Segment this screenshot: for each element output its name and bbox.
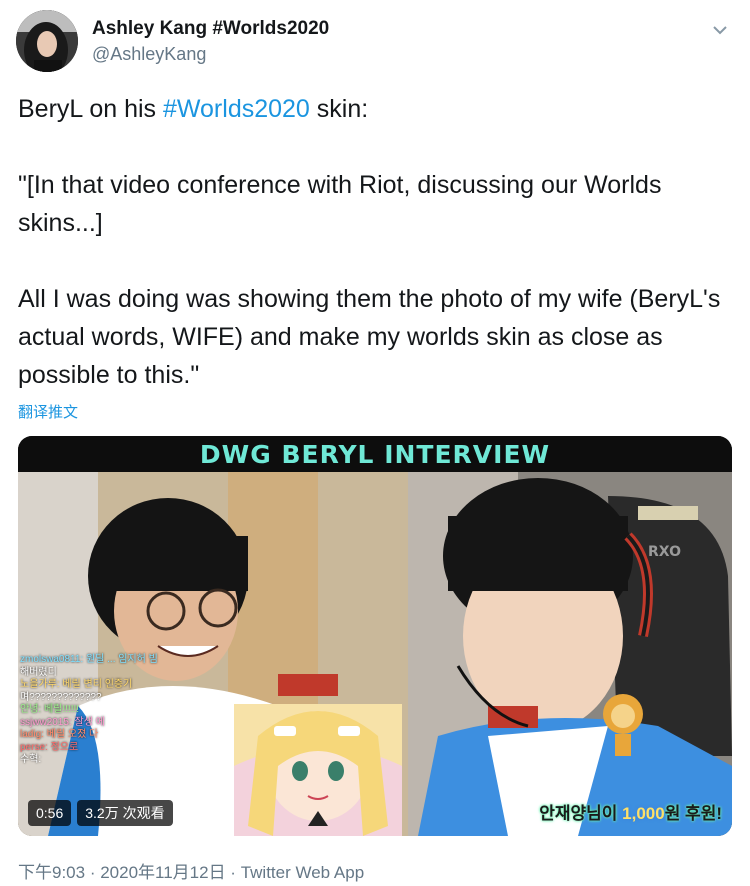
tweet-time[interactable]: 下午9:03: [18, 863, 85, 882]
video-frame: RXO: [18, 472, 732, 836]
video-view-count: 3.2万 次观看: [77, 800, 173, 826]
meta-separator: ·: [225, 863, 241, 882]
tweet-card: Ashley Kang #Worlds2020 @AshleyKang Bery…: [0, 0, 750, 886]
tweet-line-1-suffix: skin:: [309, 95, 369, 123]
donation-mid: 님이: [586, 804, 623, 823]
tweet-line-1: BeryL on his #Worlds2020 skin:: [18, 90, 734, 128]
chat-line: ladig: 베릴 오졌 다: [20, 729, 99, 740]
tweet-line-1-prefix: BeryL on his: [18, 95, 163, 123]
tweet-paragraph-2: "[In that video conference with Riot, di…: [18, 171, 662, 237]
video-player[interactable]: RXO DWG BERYL INTERVIEW zmolswa0811: 원딜 …: [18, 436, 732, 836]
donation-suffix: 원 후원!: [664, 804, 722, 823]
video-banner-title: DWG BERYL INTERVIEW: [199, 440, 551, 469]
donation-alert: 안재양님이 1,000원 후원!: [539, 799, 722, 824]
donation-name: 안재양: [539, 804, 587, 823]
chat-line: 안녕: 베릴!!!!!!: [20, 704, 80, 715]
profile-avatar-icon[interactable]: [16, 10, 78, 72]
tweet-date[interactable]: 2020年11月12日: [100, 863, 225, 882]
chat-line: perse: 정으로: [20, 741, 79, 753]
display-name[interactable]: Ashley Kang #Worlds2020: [92, 18, 329, 40]
donation-amount: 1,000: [622, 804, 665, 823]
video-controls: 0:56 3.2万 次观看: [28, 800, 173, 826]
meta-separator: ·: [85, 863, 101, 882]
chat-line: 수혁:: [20, 754, 42, 765]
video-banner: DWG BERYL INTERVIEW: [18, 436, 732, 472]
chat-line: ssjww2015: 잘생 에: [20, 716, 105, 728]
video-duration: 0:56: [28, 800, 72, 826]
chat-line: 해버렸디: [20, 666, 57, 678]
translate-tweet-link[interactable]: 翻译推文: [18, 401, 78, 422]
chat-line: 노을가루: 베릴 변티 인증기: [20, 679, 133, 690]
chat-line: zmolswa0811: 원딜 ... 임지허 빔: [20, 654, 158, 665]
tweet-source[interactable]: Twitter Web App: [241, 863, 364, 882]
tweet-paragraph-3: All I was doing was showing them the pho…: [18, 285, 721, 389]
svg-text:RXO: RXO: [648, 544, 681, 560]
tweet-header: Ashley Kang #Worlds2020 @AshleyKang: [16, 10, 734, 74]
chat-line: 며?????????????: [20, 691, 102, 703]
tweet-text: BeryL on his #Worlds2020 skin: "[In that…: [18, 90, 734, 394]
stream-chat-overlay: zmolswa0811: 원딜 ... 임지허 빔 해버렸디 노을가루: 베릴 …: [20, 654, 220, 767]
hashtag-link[interactable]: #Worlds2020: [163, 95, 310, 123]
tweet-metadata: 下午9:03 · 2020年11月12日 · Twitter Web App: [18, 858, 364, 883]
chevron-down-icon[interactable]: [710, 20, 730, 40]
user-handle[interactable]: @AshleyKang: [92, 44, 206, 65]
